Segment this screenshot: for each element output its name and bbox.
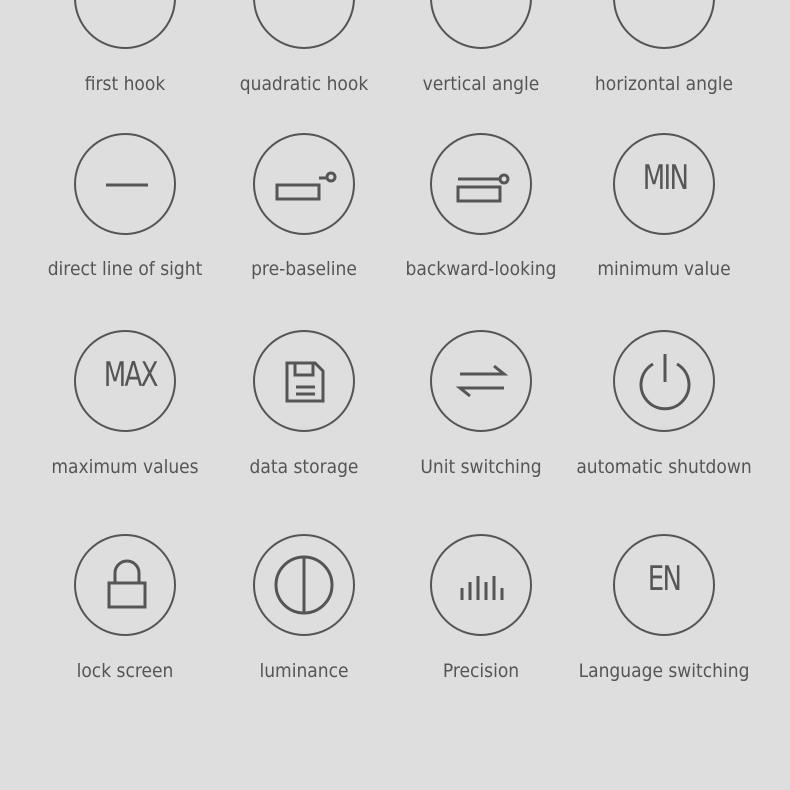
feature-label: Language switching xyxy=(578,660,750,682)
feature-label: horizontal angle xyxy=(594,73,734,95)
feature-label: direct line of sight xyxy=(47,258,203,280)
icon-text: MAX xyxy=(103,355,159,395)
horizontal-angle-icon xyxy=(613,0,715,49)
feature-label: vertical angle xyxy=(422,73,540,95)
feature-label: data storage xyxy=(249,456,359,478)
feature-label: minimum value xyxy=(597,258,731,280)
pre-baseline-icon xyxy=(253,133,355,235)
feature-label: Unit switching xyxy=(420,456,542,478)
feature-label: lock screen xyxy=(76,660,174,682)
min-icon: MIN xyxy=(613,133,715,235)
feature-label: pre-baseline xyxy=(251,258,357,280)
language-icon: EN xyxy=(613,534,715,636)
lock-icon xyxy=(74,534,176,636)
feature-label: maximum values xyxy=(51,456,199,478)
feature-label: backward-looking xyxy=(405,258,557,280)
feature-label: first hook xyxy=(84,73,166,95)
vertical-angle-icon xyxy=(430,0,532,49)
feature-label: quadratic hook xyxy=(239,73,369,95)
brightness-icon xyxy=(253,534,355,636)
icon-text: MIN xyxy=(642,158,689,198)
bars-icon xyxy=(430,534,532,636)
feature-label: luminance xyxy=(259,660,349,682)
quadratic-hook-icon xyxy=(253,0,355,49)
feature-label: Precision xyxy=(442,660,520,682)
max-icon: MAX xyxy=(74,330,176,432)
line-icon xyxy=(74,133,176,235)
icon-text: EN xyxy=(647,559,682,599)
power-icon xyxy=(613,330,715,432)
first-hook-icon xyxy=(74,0,176,49)
swap-arrows-icon xyxy=(430,330,532,432)
floppy-disk-icon xyxy=(253,330,355,432)
backward-looking-icon xyxy=(430,133,532,235)
feature-label: automatic shutdown xyxy=(576,456,752,478)
